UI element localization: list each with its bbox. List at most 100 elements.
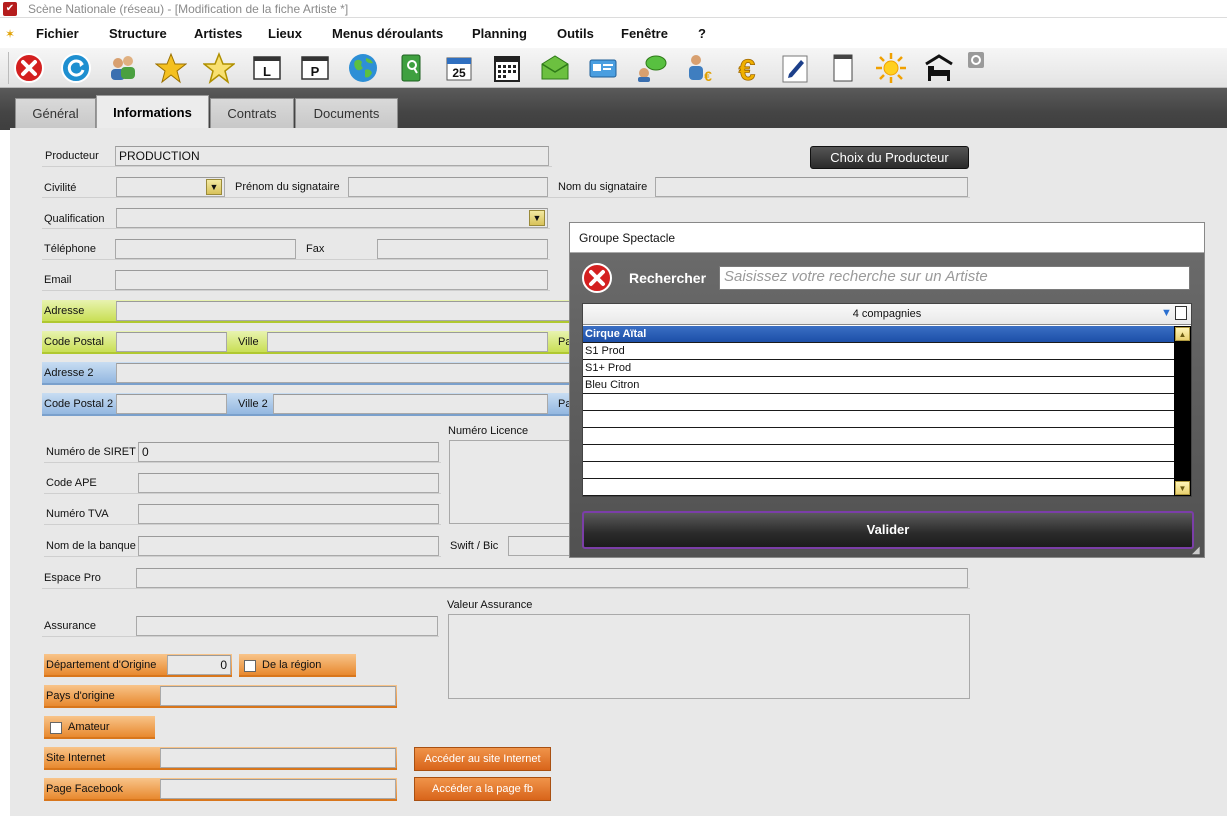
- email-label: Email: [44, 274, 72, 286]
- close-icon[interactable]: [10, 50, 48, 86]
- assurance-field[interactable]: [136, 616, 438, 636]
- ville-field[interactable]: [267, 332, 548, 352]
- calendar-icon[interactable]: 25: [440, 50, 478, 86]
- acceder-facebook-button[interactable]: Accéder a la page fb: [414, 777, 551, 801]
- fax-label: Fax: [306, 243, 325, 255]
- scroll-down-icon[interactable]: ▼: [1175, 481, 1190, 495]
- dialog-title: Groupe Spectacle: [570, 223, 1204, 253]
- pays-origine-label: Pays d'origine: [46, 690, 115, 702]
- pen-icon[interactable]: [776, 50, 814, 86]
- banque-field[interactable]: [138, 536, 439, 556]
- list-item-empty[interactable]: [583, 394, 1174, 411]
- list-item[interactable]: S1+ Prod: [583, 360, 1174, 377]
- code-postal2-field[interactable]: [116, 394, 227, 414]
- page-facebook-field[interactable]: [160, 779, 396, 799]
- menu-lieux[interactable]: Lieux: [268, 26, 302, 41]
- de-la-region-checkbox[interactable]: [244, 660, 256, 672]
- toolbar-separator: [8, 52, 9, 84]
- app-menu-icon[interactable]: ✶: [5, 27, 15, 41]
- ape-field[interactable]: [138, 473, 439, 493]
- amateur-checkbox[interactable]: [50, 722, 62, 734]
- star-icon[interactable]: [152, 50, 190, 86]
- tva-label: Numéro TVA: [46, 508, 109, 520]
- menu-help[interactable]: ?: [698, 26, 706, 41]
- menu-fichier[interactable]: Fichier: [36, 26, 79, 41]
- envelope-icon[interactable]: [536, 50, 574, 86]
- tab-informations[interactable]: Informations: [96, 95, 209, 129]
- vertical-scrollbar[interactable]: ▲ ▼: [1174, 326, 1191, 496]
- swift-field[interactable]: [508, 536, 570, 556]
- valider-button[interactable]: Valider: [582, 511, 1194, 549]
- menu-fenetre[interactable]: Fenêtre: [621, 26, 668, 41]
- telephone-field[interactable]: [115, 239, 296, 259]
- tab-documents[interactable]: Documents: [295, 98, 398, 128]
- siret-label: Numéro de SIRET: [46, 446, 136, 458]
- refresh-icon[interactable]: [57, 50, 95, 86]
- civilite-label: Civilité: [44, 182, 77, 194]
- espace-pro-label: Espace Pro: [44, 572, 101, 584]
- fax-field[interactable]: [377, 239, 548, 259]
- list-item-empty[interactable]: [583, 411, 1174, 428]
- list-item-empty[interactable]: [583, 479, 1174, 496]
- list-item[interactable]: Bleu Citron: [583, 377, 1174, 394]
- tab-contrats[interactable]: Contrats: [210, 98, 294, 128]
- prenom-signataire-field[interactable]: [348, 177, 548, 197]
- document-icon[interactable]: [824, 50, 862, 86]
- licence-field[interactable]: [449, 440, 570, 524]
- adresse2-field[interactable]: [116, 363, 570, 383]
- list-item-empty[interactable]: [583, 462, 1174, 479]
- book-icon[interactable]: [392, 50, 430, 86]
- l-badge-icon[interactable]: L: [248, 50, 286, 86]
- departement-field[interactable]: 0: [167, 655, 231, 675]
- euro-icon[interactable]: €: [728, 50, 766, 86]
- list-item[interactable]: Cirque Aïtal: [583, 326, 1174, 343]
- ville2-field[interactable]: [273, 394, 548, 414]
- menu-structure[interactable]: Structure: [109, 26, 167, 41]
- users-icon[interactable]: [104, 50, 142, 86]
- card-icon[interactable]: [584, 50, 622, 86]
- adresse2-label: Adresse 2: [44, 367, 94, 379]
- producteur-field[interactable]: PRODUCTION: [115, 146, 549, 166]
- pays-origine-field[interactable]: [160, 686, 396, 706]
- code-postal-field[interactable]: [116, 332, 227, 352]
- list-count: 4 compagnies: [852, 308, 922, 320]
- acceder-site-button[interactable]: Accéder au site Internet: [414, 747, 551, 771]
- nom-signataire-field[interactable]: [655, 177, 968, 197]
- site-internet-field[interactable]: [160, 748, 396, 768]
- menu-outils[interactable]: Outils: [557, 26, 594, 41]
- espace-pro-field[interactable]: [136, 568, 968, 588]
- trash-icon[interactable]: [1175, 306, 1187, 320]
- tab-general[interactable]: Général: [15, 98, 96, 128]
- search-input[interactable]: Saisissez votre recherche sur un Artiste: [719, 266, 1190, 290]
- adresse-field[interactable]: [116, 301, 570, 321]
- menu-menus-deroulants[interactable]: Menus déroulants: [332, 26, 443, 41]
- choix-producteur-button[interactable]: Choix du Producteur: [810, 146, 969, 169]
- chevron-down-icon[interactable]: ▼: [206, 179, 222, 195]
- close-icon[interactable]: [581, 262, 613, 294]
- prenom-signataire-label: Prénom du signataire: [235, 181, 340, 193]
- email-field[interactable]: [115, 270, 548, 290]
- chevron-down-icon[interactable]: ▼: [529, 210, 545, 226]
- sun-icon[interactable]: [872, 50, 910, 86]
- site-internet-label: Site Internet: [46, 752, 106, 764]
- resize-grip-icon[interactable]: ◢: [1192, 545, 1200, 556]
- bed-icon[interactable]: [920, 50, 958, 86]
- list-item[interactable]: S1 Prod: [583, 343, 1174, 360]
- list-item-empty[interactable]: [583, 428, 1174, 445]
- qualification-select[interactable]: [116, 208, 548, 228]
- scroll-up-icon[interactable]: ▲: [1175, 327, 1190, 341]
- settings-icon[interactable]: [968, 52, 984, 68]
- siret-field[interactable]: 0: [138, 442, 439, 462]
- filter-icon[interactable]: ▼: [1161, 307, 1172, 319]
- calendar-grid-icon[interactable]: [488, 50, 526, 86]
- menu-artistes[interactable]: Artistes: [194, 26, 242, 41]
- p-badge-icon[interactable]: P: [296, 50, 334, 86]
- tva-field[interactable]: [138, 504, 439, 524]
- globe-icon[interactable]: [344, 50, 382, 86]
- valeur-assurance-field[interactable]: [448, 614, 970, 699]
- star-outline-icon[interactable]: [200, 50, 238, 86]
- chat-icon[interactable]: [632, 50, 670, 86]
- list-item-empty[interactable]: [583, 445, 1174, 462]
- person-euro-icon[interactable]: €: [680, 50, 718, 86]
- menu-planning[interactable]: Planning: [472, 26, 527, 41]
